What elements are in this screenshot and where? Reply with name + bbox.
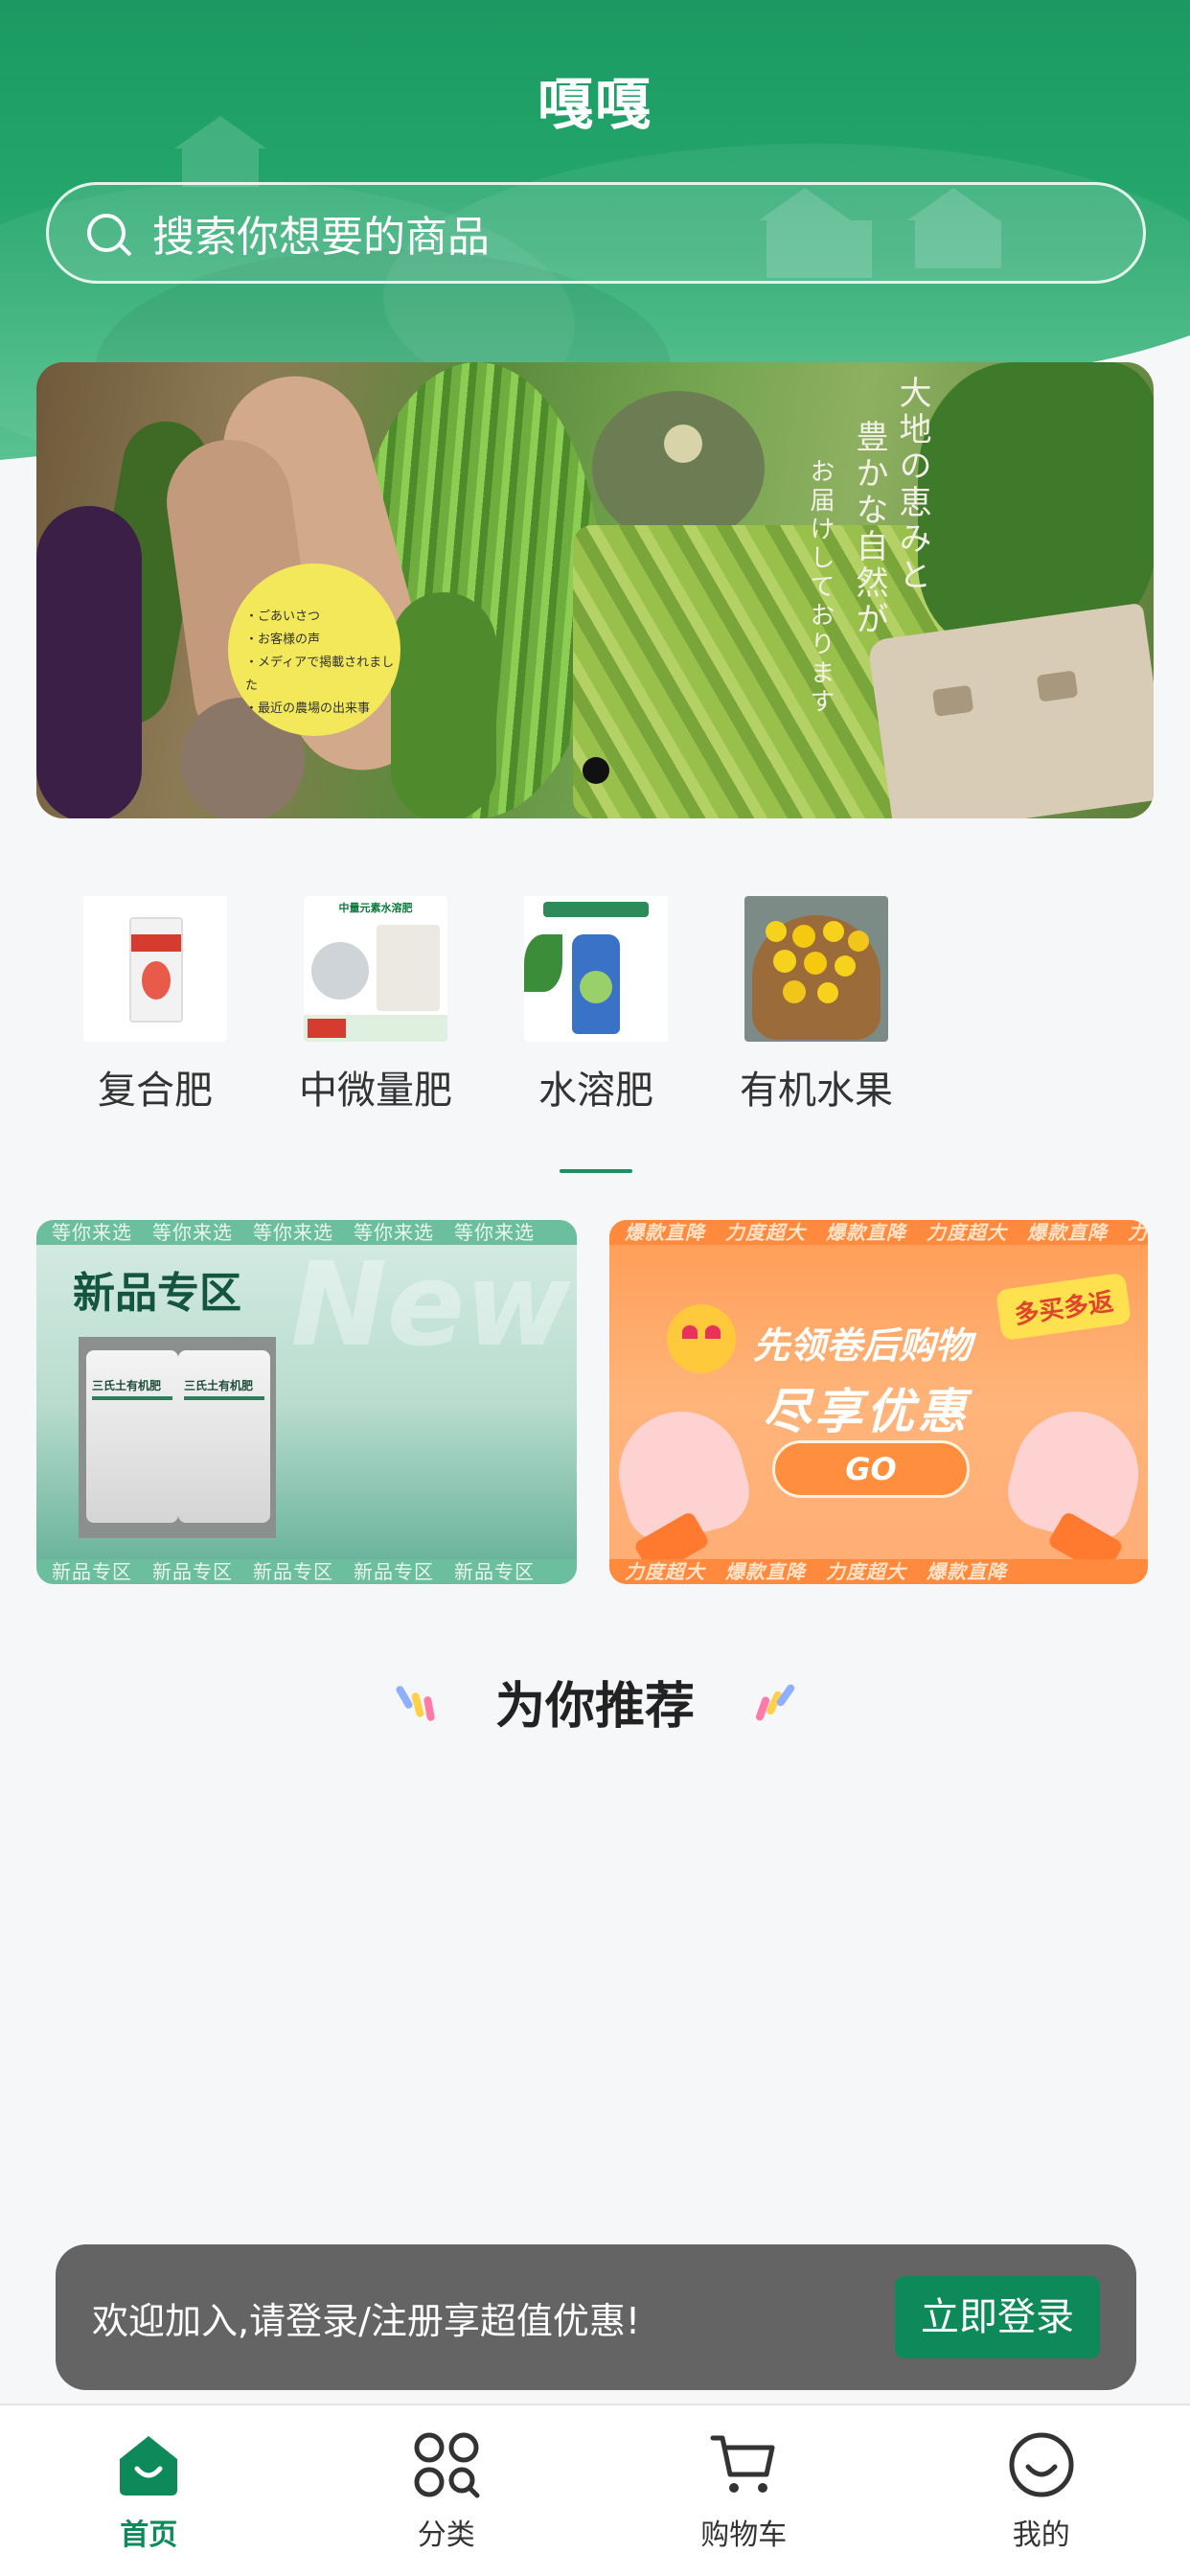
tab-cart[interactable]: 购物车 xyxy=(595,2405,893,2576)
search-bar[interactable]: 搜索你想要的商品 xyxy=(46,182,1146,284)
recommend-title: 为你推荐 xyxy=(494,1678,695,1736)
home-page: 嘎嘎 搜索你想要的商品 ・ごあいさつ ・お客様の声 ・メディアで掲載されました … xyxy=(0,0,1190,2576)
cart-icon xyxy=(709,2430,778,2499)
banner-vertical-text: お届けしております xyxy=(806,458,835,717)
category-organic-fruit[interactable]: 有机水果 xyxy=(721,896,912,1115)
category-label: 水溶肥 xyxy=(538,1069,653,1113)
profile-icon xyxy=(1007,2430,1076,2499)
tab-category[interactable]: 分类 xyxy=(298,2405,596,2576)
tab-label: 我的 xyxy=(1012,2518,1070,2552)
category-icon xyxy=(412,2430,481,2499)
sparkle-icon xyxy=(749,1679,797,1722)
strip-text: 力度超大 爆款直降 力度超大 爆款直降 xyxy=(609,1559,1148,1584)
heart-eyes-emoji-icon xyxy=(667,1304,736,1373)
new-watermark: New xyxy=(290,1239,571,1372)
deal-headline: 先领卷后购物 xyxy=(753,1324,973,1367)
hero-banner[interactable]: ・ごあいさつ ・お客様の声 ・メディアで掲載されました ・最近の農場の出来事 大… xyxy=(36,362,1154,818)
search-icon xyxy=(87,214,126,252)
new-products-card[interactable]: 等你来选 等你来选 等你来选 等你来选 等你来选 New 新品专区 三氏土有机肥… xyxy=(36,1220,577,1584)
tab-profile[interactable]: 我的 xyxy=(893,2405,1190,2576)
carousel-dot-active[interactable] xyxy=(583,757,609,784)
category-trace-element[interactable]: 中量元素水溶肥 中微量肥 xyxy=(280,896,471,1115)
login-prompt-bar: 欢迎加入,请登录/注册享超值优惠! 立即登录 xyxy=(56,2244,1136,2390)
banner-tag: ・ごあいさつ ・お客様の声 ・メディアで掲載されました ・最近の農場の出来事 xyxy=(228,564,400,736)
trace-element-bag-icon: 中量元素水溶肥 xyxy=(304,896,447,1042)
search-placeholder: 搜索你想要的商品 xyxy=(152,213,490,262)
fertilizer-bag-icon xyxy=(83,896,227,1042)
banner-vertical-text: 大地の恵みと xyxy=(893,376,931,594)
category-page-indicator xyxy=(560,1169,632,1173)
banner-vertical-text: 豊かな自然が xyxy=(850,420,888,638)
new-products-title: 新品专区 xyxy=(73,1269,241,1318)
category-label: 中微量肥 xyxy=(299,1069,452,1113)
category-label: 复合肥 xyxy=(98,1069,213,1113)
app-title: 嘎嘎 xyxy=(537,72,652,137)
fruit-basket-icon xyxy=(744,896,888,1042)
login-prompt-text: 欢迎加入,请登录/注册享超值优惠! xyxy=(92,2299,641,2342)
tab-label: 首页 xyxy=(120,2518,178,2552)
strip-text: 新品专区 新品专区 新品专区 新品专区 新品专区 xyxy=(36,1559,577,1584)
deal-subheadline: 尽享优惠 xyxy=(763,1384,970,1439)
category-water-soluble[interactable]: 水溶肥 xyxy=(500,896,692,1115)
tab-label: 分类 xyxy=(417,2518,475,2552)
product-bag-image: 三氏土有机肥 三氏土有机肥 xyxy=(79,1337,276,1538)
category-compound-fertilizer[interactable]: 复合肥 xyxy=(59,896,251,1115)
water-soluble-bottle-icon xyxy=(524,896,668,1042)
house-illustration xyxy=(182,149,259,187)
login-button[interactable]: 立即登录 xyxy=(895,2276,1100,2358)
strip-text: 爆款直降 力度超大 爆款直降 力度超大 爆款直降 力度超大 xyxy=(609,1220,1148,1245)
category-label: 有机水果 xyxy=(740,1069,893,1113)
coupon-deal-card[interactable]: 爆款直降 力度超大 爆款直降 力度超大 爆款直降 力度超大 先领卷后购物 尽享优… xyxy=(609,1220,1148,1584)
bottom-tab-bar: 首页 分类 购物车 我的 xyxy=(0,2404,1190,2576)
tab-label: 购物车 xyxy=(700,2518,788,2552)
deal-badge: 多买多返 xyxy=(995,1272,1133,1342)
home-icon xyxy=(114,2430,183,2499)
go-button[interactable]: GO xyxy=(772,1440,970,1498)
tab-home[interactable]: 首页 xyxy=(0,2405,298,2576)
